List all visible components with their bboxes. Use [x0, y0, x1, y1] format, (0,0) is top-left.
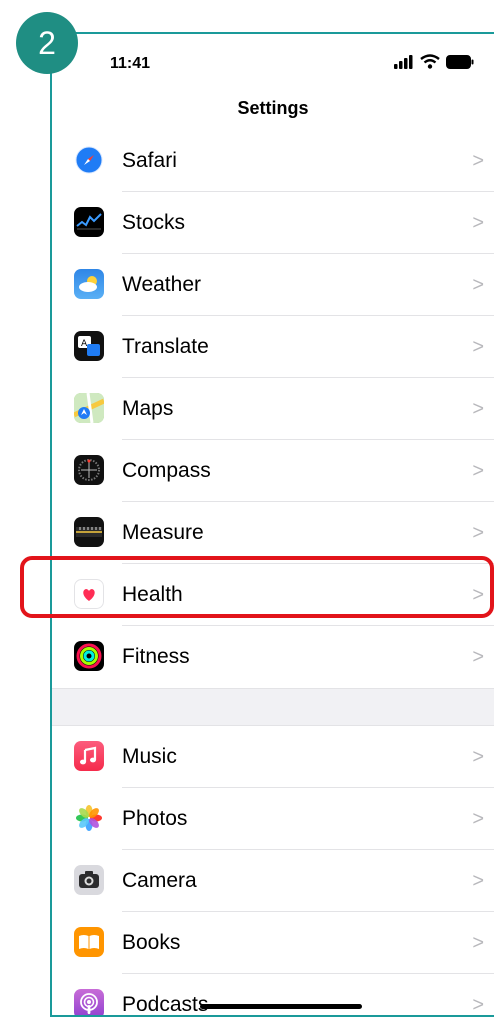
chevron-right-icon: >	[472, 459, 484, 482]
settings-row-music[interactable]: Music >	[52, 726, 494, 788]
chevron-right-icon: >	[472, 211, 484, 234]
row-label: Books	[122, 931, 181, 954]
row-label: Photos	[122, 807, 188, 830]
health-row-highlight	[20, 556, 494, 618]
chevron-right-icon: >	[472, 335, 484, 358]
chevron-right-icon: >	[472, 869, 484, 892]
weather-icon	[74, 269, 104, 299]
maps-icon	[74, 393, 104, 423]
camera-icon	[74, 865, 104, 895]
row-label: Maps	[122, 397, 174, 420]
row-label: Music	[122, 745, 177, 768]
chevron-right-icon: >	[472, 397, 484, 420]
battery-icon	[446, 54, 474, 69]
settings-row-translate[interactable]: A Translate >	[52, 316, 494, 378]
settings-row-photos[interactable]: Photos >	[52, 788, 494, 850]
row-label: Camera	[122, 869, 197, 892]
row-label: Podcasts	[122, 993, 209, 1016]
settings-row-fitness[interactable]: Fitness >	[52, 626, 494, 688]
chevron-right-icon: >	[472, 273, 484, 296]
row-label: Safari	[122, 149, 177, 172]
chevron-right-icon: >	[472, 807, 484, 830]
chevron-right-icon: >	[472, 993, 484, 1016]
status-bar: 11:41	[52, 34, 494, 94]
settings-row-camera[interactable]: Camera >	[52, 850, 494, 912]
settings-row-maps[interactable]: Maps >	[52, 378, 494, 440]
measure-icon	[74, 517, 104, 547]
cellular-signal-icon	[394, 54, 413, 69]
row-label: Measure	[122, 521, 204, 544]
status-icons	[394, 54, 474, 69]
status-time: 11:41	[110, 55, 151, 72]
books-icon	[74, 927, 104, 957]
svg-text:A: A	[81, 339, 88, 349]
settings-row-measure[interactable]: Measure >	[52, 502, 494, 564]
chevron-right-icon: >	[472, 745, 484, 768]
settings-row-stocks[interactable]: Stocks >	[52, 192, 494, 254]
phone-screen: 11:41 Settings Safari > Stocks > Weather…	[50, 32, 494, 1017]
row-label: Weather	[122, 273, 201, 296]
chevron-right-icon: >	[472, 931, 484, 954]
translate-icon: A	[74, 331, 104, 361]
row-label: Compass	[122, 459, 211, 482]
safari-icon	[74, 145, 104, 175]
settings-row-safari[interactable]: Safari >	[52, 130, 494, 192]
fitness-icon	[74, 641, 104, 671]
home-indicator[interactable]	[200, 1004, 362, 1009]
settings-row-books[interactable]: Books >	[52, 912, 494, 974]
compass-icon	[74, 455, 104, 485]
step-number-badge: 2	[16, 12, 78, 74]
settings-row-compass[interactable]: Compass >	[52, 440, 494, 502]
row-label: Fitness	[122, 645, 190, 668]
page-title: Settings	[237, 98, 309, 118]
section-separator	[52, 688, 494, 726]
stocks-icon	[74, 207, 104, 237]
chevron-right-icon: >	[472, 149, 484, 172]
wifi-icon	[420, 54, 440, 69]
row-label: Stocks	[122, 211, 186, 234]
chevron-right-icon: >	[472, 645, 484, 668]
settings-row-weather[interactable]: Weather >	[52, 254, 494, 316]
row-label: Translate	[122, 335, 209, 358]
chevron-right-icon: >	[472, 521, 484, 544]
photos-icon	[74, 803, 104, 833]
settings-row-podcasts[interactable]: Podcasts >	[52, 974, 494, 1016]
music-icon	[74, 741, 104, 771]
podcasts-icon	[74, 989, 104, 1015]
